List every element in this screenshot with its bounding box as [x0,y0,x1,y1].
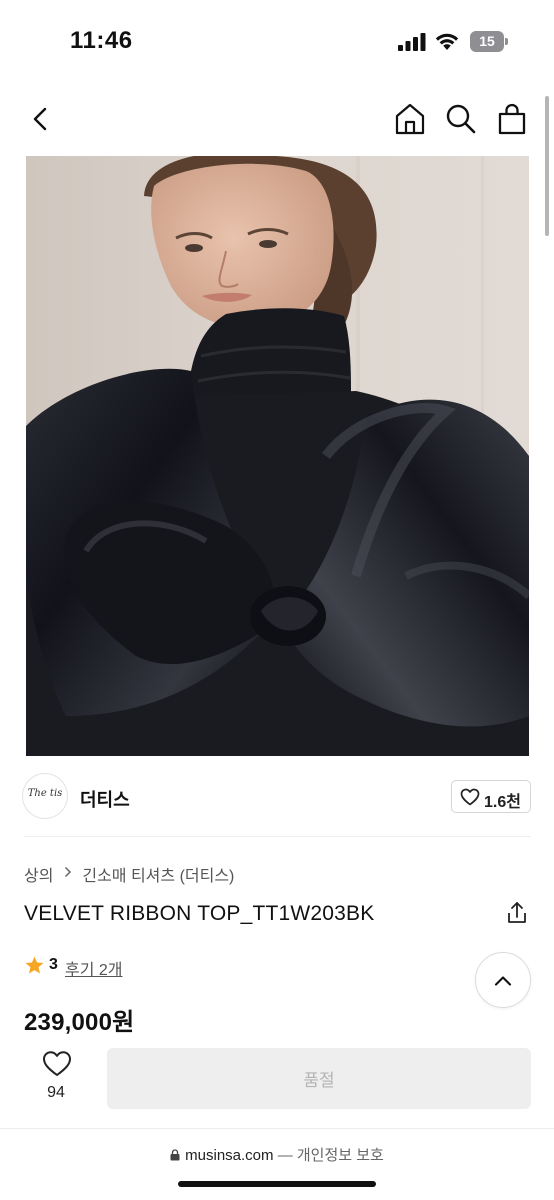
brand-name[interactable]: 더티스 [80,786,130,812]
status-time: 11:46 [70,27,133,54]
home-button[interactable] [393,102,427,136]
section-divider [24,836,531,837]
rating-value: 3 [49,956,58,973]
chevron-right-icon [64,865,72,883]
sold-out-button[interactable]: 품절 [107,1048,531,1109]
privacy-label: 개인정보 보호 [296,1147,384,1164]
search-icon [446,104,476,134]
scroll-to-top-button[interactable] [475,952,531,1008]
breadcrumb: 상의 긴소매 티셔츠 (더티스) [24,862,234,886]
battery-level: 15 [479,33,495,49]
brand-logo[interactable]: The tis [22,773,68,819]
browser-separator: — [277,1147,293,1164]
brand-like-button[interactable]: 1.6천 [451,780,531,813]
search-button[interactable] [444,102,478,136]
share-icon [508,902,526,923]
chevron-up-icon [494,975,512,986]
browser-domain: musinsa.com [185,1147,274,1164]
browser-divider [0,1128,554,1129]
shopping-bag-icon [498,103,526,135]
review-count-link[interactable]: 후기 2개 [65,956,123,980]
page-scrollbar[interactable] [545,96,549,236]
heart-outline-icon [43,1051,71,1076]
product-title: VELVET RIBBON TOP_TT1W203BK [24,902,375,925]
brand-logo-text: The tis [27,788,63,799]
status-bar: 11:46 15 [0,0,554,80]
home-indicator[interactable] [178,1181,376,1187]
back-button[interactable] [24,102,58,136]
breadcrumb-category[interactable]: 상의 [24,868,53,885]
star-icon [25,956,44,974]
nav-bar [0,92,554,148]
product-price: 239,000원 [24,1009,135,1036]
share-button[interactable] [504,900,530,926]
heart-outline-icon [460,788,480,806]
battery-icon: 15 [470,31,508,52]
battery-cap [505,38,508,45]
cart-button[interactable] [495,102,529,136]
product-photo [26,156,529,756]
brand-like-count: 1.6천 [484,794,521,811]
cellular-signal-icon [398,33,426,51]
breadcrumb-subcategory[interactable]: 긴소매 티셔츠 (더티스) [82,868,234,885]
wishlist-count: 94 [47,1084,65,1101]
browser-url-bar[interactable]: musinsa.com — 개인정보 보호 [0,1144,554,1165]
lock-icon [170,1149,180,1161]
home-icon [395,103,425,135]
wishlist-button[interactable]: 94 [26,1048,86,1108]
wifi-icon [435,33,459,50]
product-image[interactable] [26,156,529,756]
back-chevron-icon [33,107,47,131]
